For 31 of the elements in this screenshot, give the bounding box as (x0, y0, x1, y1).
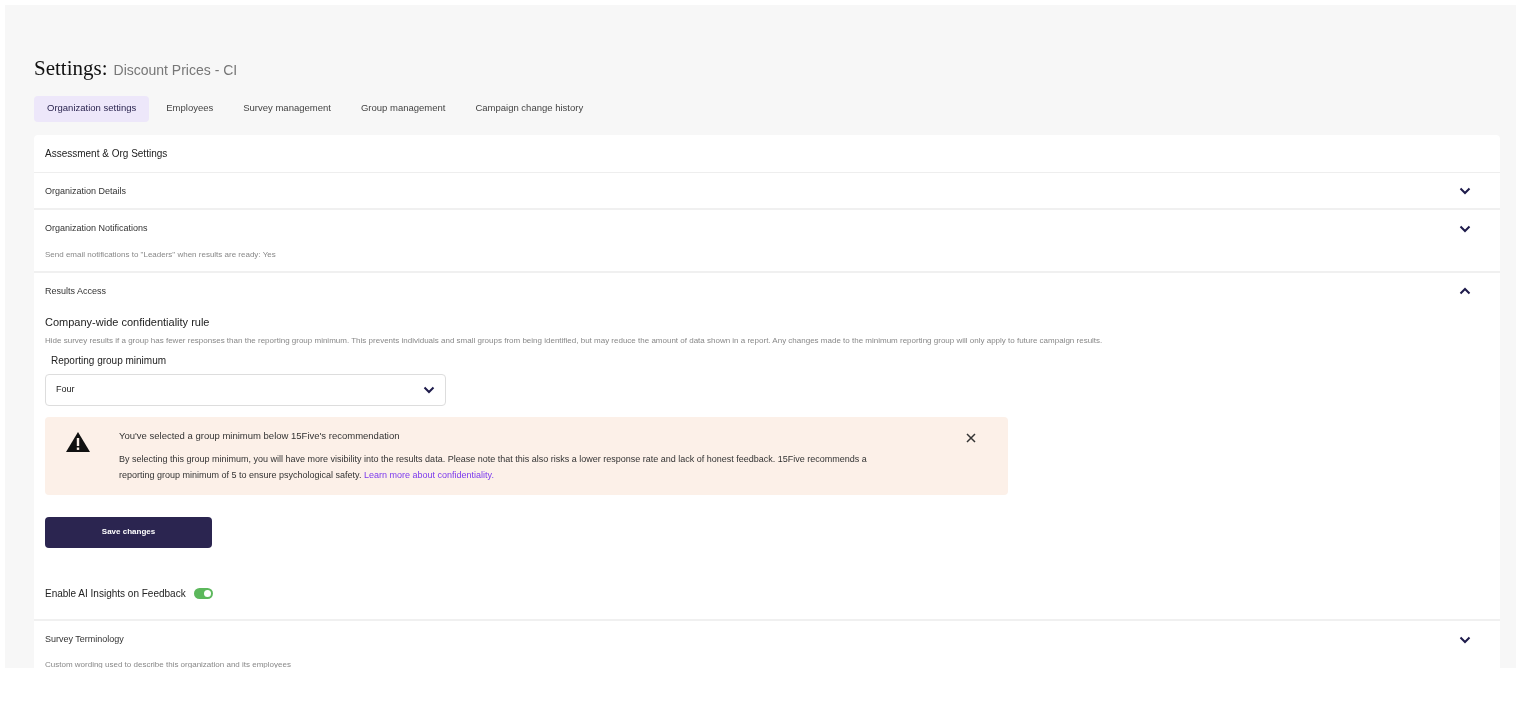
chevron-down-icon[interactable] (1459, 635, 1471, 644)
rule-title: Company-wide confidentiality rule (45, 315, 211, 330)
card-title: Assessment & Org Settings (34, 134, 1500, 173)
alert-title: You've selected a group minimum below 15Five's recommendation (119, 428, 401, 443)
settings-tab[interactable]: Employees (153, 95, 227, 122)
chevron-down-icon[interactable] (423, 385, 435, 394)
chevron-up-icon[interactable] (1459, 287, 1471, 296)
close-icon[interactable] (966, 432, 976, 443)
page-title: Settings: (34, 55, 108, 82)
section-title[interactable]: Survey Terminology (45, 632, 124, 647)
save-changes-button[interactable]: Save changes (45, 516, 212, 548)
section-description: Custom wording used to describe this organization and its employees (45, 659, 292, 668)
section-title[interactable]: Organization Details (45, 184, 127, 198)
chevron-down-icon[interactable] (1459, 187, 1471, 196)
page-subtitle: Discount Prices - CI (113, 61, 238, 80)
select-label: Reporting group minimum (51, 353, 168, 368)
warning-icon (65, 430, 91, 453)
rule-description: Hide survey results if a group has fewer responses than the reporting group minimum. This prevents individuals and small groups from being identified, but may reduce the amount of data shown in a report. Any changes made to the minimum reporting group will only apply to future campaign results. (45, 334, 1104, 347)
settings-tab[interactable]: Campaign change history (462, 95, 597, 122)
settings-tab[interactable]: Group management (347, 95, 459, 122)
settings-tab[interactable]: Organization settings (34, 95, 150, 122)
section-title[interactable]: Organization Notifications (45, 222, 148, 236)
reporting-minimum-select[interactable]: Four (45, 373, 446, 406)
ai-insights-toggle[interactable] (193, 587, 213, 599)
confidentiality-link[interactable]: Learn more about confidentiality. (364, 469, 494, 480)
chevron-down-icon[interactable] (1459, 224, 1471, 233)
toggle-label: Enable AI Insights on Feedback (45, 586, 186, 601)
section-title[interactable]: Results Access (45, 284, 107, 298)
settings-tab[interactable]: Survey management (230, 95, 344, 122)
section-description: Send email notifications to "Leaders" when results are ready: Yes (45, 248, 277, 261)
alert-body: By selecting this group minimum, you will have more visibility into the results data. Please note that this also risks a lower response rate and lack of honest feedback. 15Five recommends a reporting group minimum of 5 to ensure psychological safety. Learn more about confidentiality. (119, 452, 868, 482)
